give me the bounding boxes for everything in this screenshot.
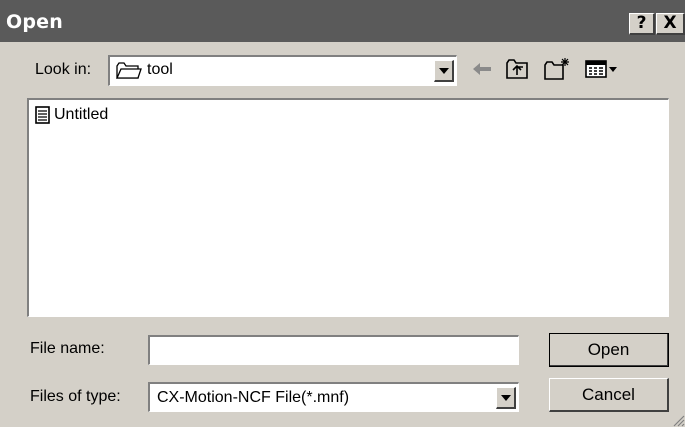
up-folder-icon bbox=[506, 59, 528, 79]
title-bar[interactable]: Open ? X bbox=[0, 0, 685, 42]
files-of-type-label: Files of type: bbox=[30, 388, 121, 405]
create-new-folder-button[interactable] bbox=[542, 56, 572, 82]
cancel-button[interactable]: Cancel bbox=[549, 378, 669, 412]
dialog-title: Open bbox=[6, 11, 63, 33]
view-menu-button[interactable] bbox=[584, 56, 620, 82]
file-name-input[interactable] bbox=[148, 335, 519, 365]
up-one-level-button[interactable] bbox=[503, 56, 531, 82]
files-of-type-dropdown-button[interactable] bbox=[496, 387, 516, 409]
chevron-down-icon bbox=[438, 67, 449, 74]
look-in-combo[interactable]: tool bbox=[108, 55, 457, 86]
document-icon bbox=[35, 106, 50, 124]
help-button[interactable]: ? bbox=[629, 13, 655, 35]
file-list[interactable]: Untitled bbox=[27, 98, 669, 317]
view-menu-icon bbox=[585, 60, 617, 78]
open-dialog: Open ? X Look in: tool Untitled File nam… bbox=[0, 0, 685, 427]
files-of-type-value: CX-Motion-NCF File(*.mnf) bbox=[157, 389, 350, 406]
close-button[interactable]: X bbox=[656, 13, 685, 35]
file-name-label: Untitled bbox=[54, 106, 109, 123]
look-in-dropdown-button[interactable] bbox=[434, 60, 454, 82]
chevron-down-icon bbox=[500, 394, 511, 401]
open-button[interactable]: Open bbox=[549, 333, 669, 367]
list-item[interactable]: Untitled bbox=[35, 106, 108, 124]
look-in-label: Look in: bbox=[35, 61, 92, 78]
files-of-type-combo[interactable]: CX-Motion-NCF File(*.mnf) bbox=[148, 382, 519, 412]
look-in-value: tool bbox=[147, 61, 173, 78]
back-arrow-icon bbox=[473, 63, 491, 75]
new-folder-icon bbox=[544, 58, 569, 80]
file-name-label-text: File name: bbox=[30, 340, 105, 357]
folder-icon bbox=[116, 62, 142, 79]
resize-grip-icon[interactable] bbox=[671, 413, 685, 427]
back-button[interactable] bbox=[470, 56, 494, 82]
